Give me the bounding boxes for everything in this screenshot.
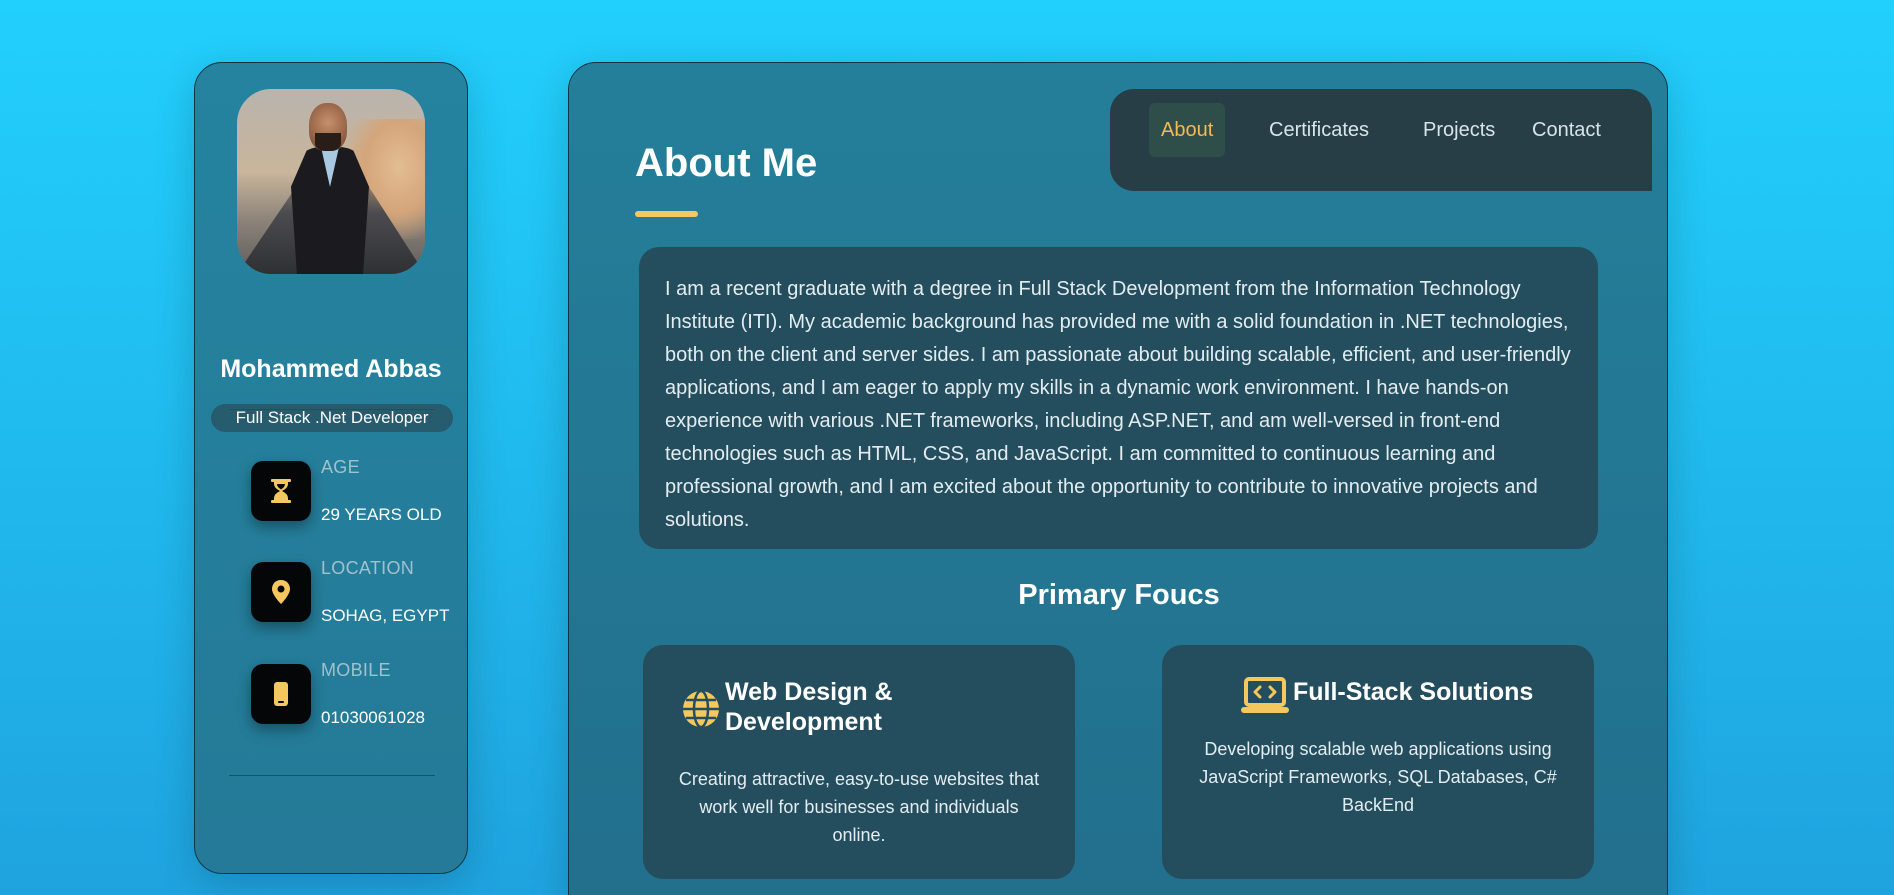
nav-item-certificates[interactable]: Certificates (1257, 103, 1381, 157)
focus-card-description: Creating attractive, easy-to-use website… (678, 769, 1040, 845)
nav-item-contact[interactable]: Contact (1520, 103, 1613, 157)
focus-card-description: Developing scalable web applications usi… (1199, 739, 1557, 815)
profile-photo (237, 89, 425, 274)
sidebar-divider-bottom (229, 775, 435, 776)
focus-card-full-stack: Full-Stack Solutions Developing scalable… (1162, 645, 1594, 879)
profile-name: Mohammed Abbas (220, 355, 442, 383)
profile-sidebar: Mohammed Abbas Full Stack .Net Developer… (194, 62, 468, 874)
nav-item-about[interactable]: About (1149, 103, 1226, 157)
focus-card-title: Full-Stack Solutions (1293, 678, 1534, 706)
focus-card-web-design: Web Design & Development Creating attrac… (643, 645, 1075, 879)
main-panel: About Certificates Projects Contact Abou… (568, 62, 1668, 895)
focus-card-title: Web Design & Development (725, 678, 893, 736)
info-location-label: LOCATION (321, 558, 415, 578)
hourglass-icon (251, 461, 311, 521)
info-mobile-value: 01030061028 (321, 708, 426, 727)
top-navbar: About Certificates Projects Contact (1110, 89, 1652, 191)
info-mobile-label: MOBILE (321, 660, 391, 680)
mobile-phone-icon (251, 664, 311, 724)
page-title: About Me (635, 141, 818, 185)
globe-icon (681, 689, 721, 734)
info-age-value: 29 YEARS OLD (321, 505, 442, 524)
about-text-box: I am a recent graduate with a degree in … (639, 247, 1598, 549)
about-paragraph: I am a recent graduate with a degree in … (665, 278, 1571, 531)
primary-focus-heading: Primary Foucs (1018, 579, 1220, 611)
info-mobile: MOBILE 01030061028 (251, 660, 461, 728)
info-location-value: SOHAG, EGYPT (321, 606, 450, 625)
nav-item-projects[interactable]: Projects (1411, 103, 1507, 157)
laptop-code-icon (1240, 677, 1290, 720)
location-pin-icon (251, 562, 311, 622)
info-age: AGE 29 YEARS OLD (251, 457, 461, 525)
sidebar-divider-top (229, 409, 435, 410)
info-age-label: AGE (321, 457, 360, 477)
title-underline (635, 211, 698, 217)
info-location: LOCATION SOHAG, EGYPT (251, 558, 461, 626)
